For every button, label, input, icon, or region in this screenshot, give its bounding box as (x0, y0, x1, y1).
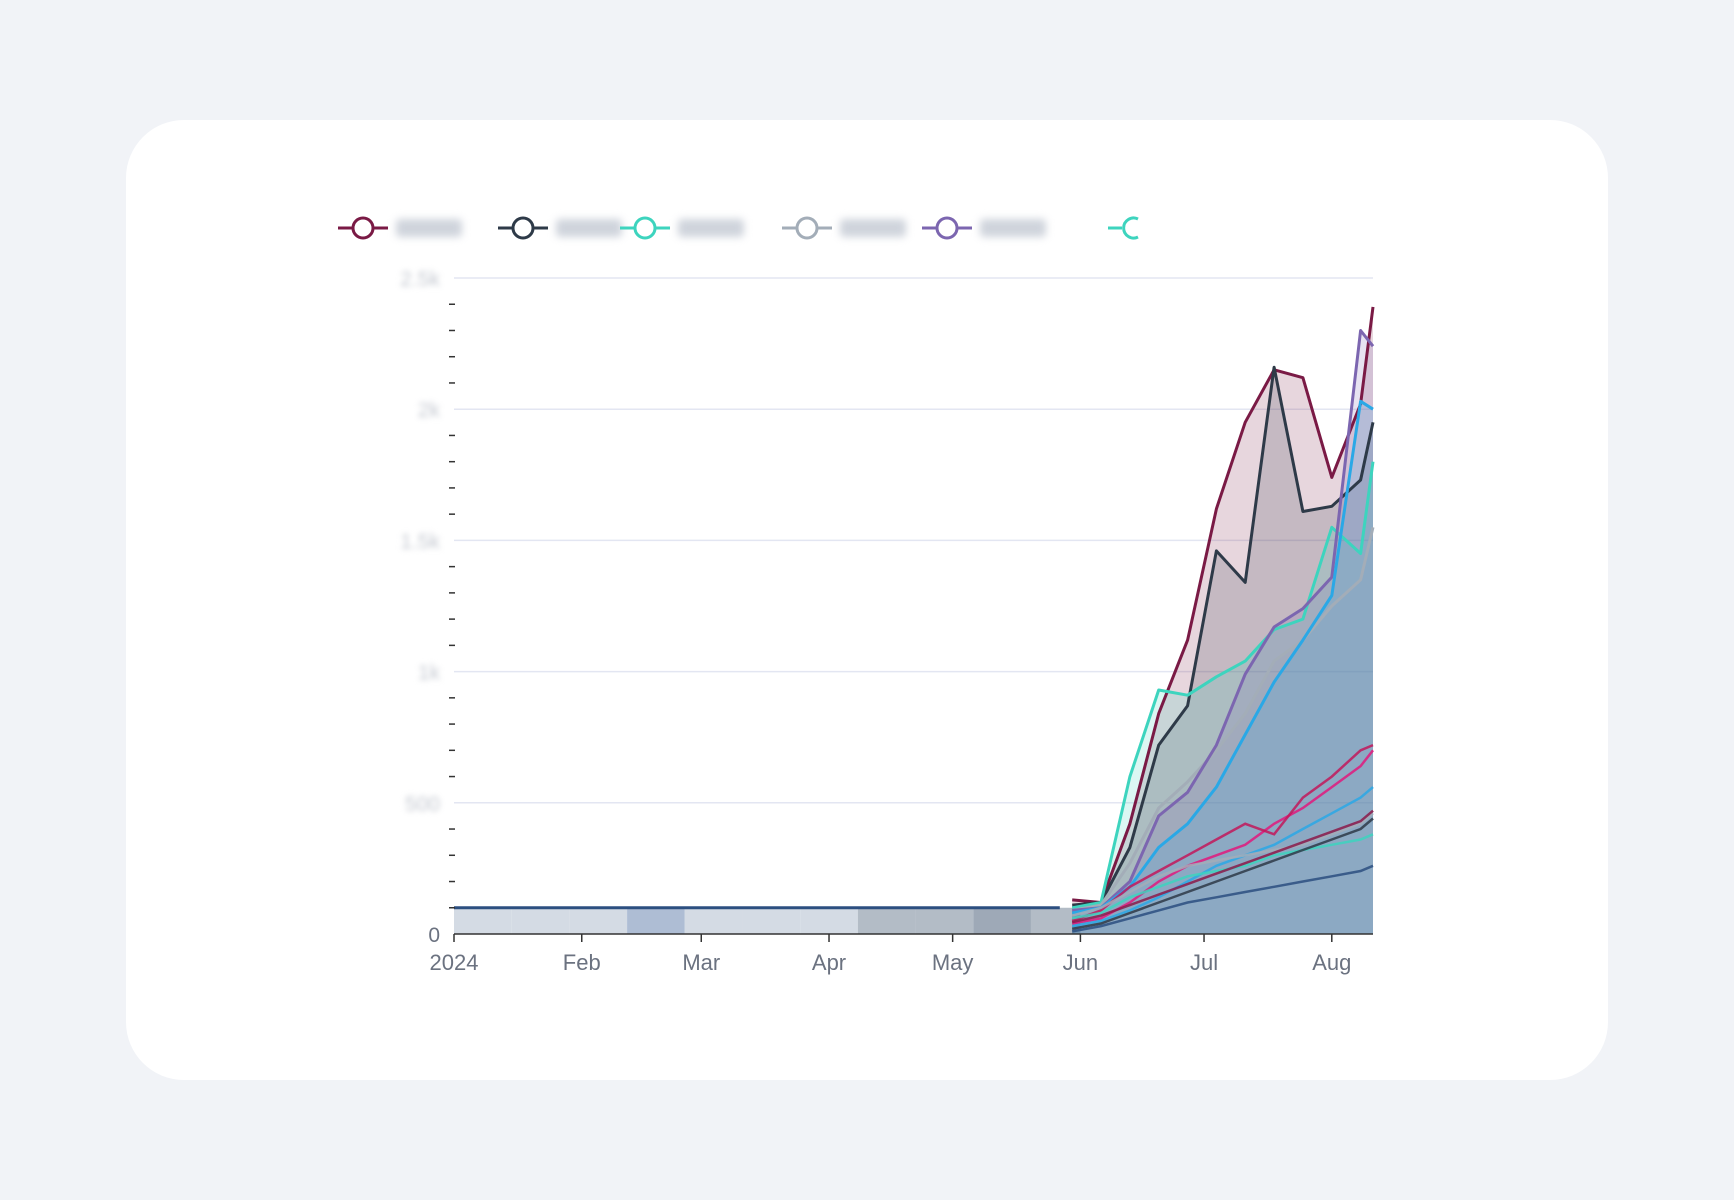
baseline-band (915, 907, 974, 934)
x-tick-label: Feb (563, 950, 601, 975)
chart-card: 2024 Feb Mar Apr May Jun Jul Aug 0 500 1k 1.5k 2k 2.5… (126, 120, 1608, 1080)
legend-label-placeholder (678, 219, 744, 237)
area-chart: 2024 Feb Mar Apr May Jun Jul Aug 0 500 1k 1.5k 2k 2.5… (338, 216, 1375, 975)
legend-marker (351, 216, 375, 240)
legend-marker (511, 216, 535, 240)
legend-marker (1122, 216, 1139, 240)
y-tick-label: 2k (418, 399, 441, 422)
baseline-band (857, 907, 916, 934)
y-tick-label: 1k (418, 662, 441, 685)
x-tick-label: Aug (1312, 950, 1351, 975)
x-tick-label: Jul (1190, 950, 1218, 975)
y-tick-label: 2.5k (400, 268, 440, 291)
baseline-band (684, 907, 743, 934)
baseline-band (511, 907, 570, 934)
x-tick-label: Apr (812, 950, 846, 975)
legend-item-2[interactable] (620, 216, 744, 240)
legend-label-placeholder (980, 219, 1046, 237)
background-bands (454, 906, 1081, 934)
legend-label-placeholder (840, 219, 906, 237)
legend-marker (633, 216, 657, 240)
y-tick-label: 500 (405, 793, 440, 816)
legend-item-4[interactable] (922, 216, 1046, 240)
y-tick-label: 0 (428, 924, 440, 947)
legend-item-5[interactable] (1108, 216, 1139, 240)
legend-label-placeholder (556, 219, 622, 237)
legend-item-3[interactable] (782, 216, 906, 240)
baseline-band (569, 907, 628, 934)
y-tick-label: 1.5k (400, 530, 440, 553)
legend-item-1[interactable] (498, 216, 622, 240)
legend-item-0[interactable] (338, 216, 462, 240)
x-tick-label: 2024 (430, 950, 479, 975)
baseline-band (973, 907, 1031, 934)
x-tick-label: Jun (1063, 950, 1098, 975)
baseline-band (742, 907, 801, 934)
baseline-band (454, 907, 512, 934)
legend-marker (935, 216, 959, 240)
baseline-band (800, 907, 858, 934)
legend[interactable] (338, 216, 1139, 240)
x-tick-label: Mar (682, 950, 720, 975)
x-tick-label: May (932, 950, 974, 975)
legend-label-placeholder (396, 219, 462, 237)
legend-marker (795, 216, 819, 240)
baseline-band (627, 907, 685, 934)
